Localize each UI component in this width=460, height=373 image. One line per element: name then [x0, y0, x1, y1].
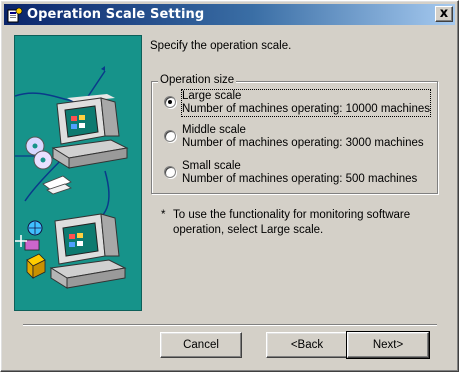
- back-button[interactable]: <Back: [266, 332, 348, 358]
- title-bar[interactable]: Operation Scale Setting x: [4, 4, 455, 25]
- option-small-scale-label[interactable]: Small scale Number of machines operating…: [182, 160, 417, 186]
- option-description: Number of machines operating: 10000 mach…: [182, 103, 431, 115]
- option-middle-scale-label[interactable]: Middle scale Number of machines operatin…: [182, 124, 424, 150]
- dialog-window: Operation Scale Setting x Specify the op…: [0, 0, 459, 372]
- close-icon: x: [439, 6, 449, 21]
- close-button[interactable]: x: [435, 6, 453, 22]
- option-large-scale[interactable]: Large scale Number of machines operating…: [164, 89, 432, 117]
- option-title: Middle scale: [182, 124, 246, 136]
- note-marker: *: [161, 209, 166, 221]
- option-small-scale[interactable]: Small scale Number of machines operating…: [164, 160, 417, 186]
- wizard-illustration: [14, 35, 142, 311]
- radio-large-scale[interactable]: [164, 96, 176, 108]
- option-middle-scale[interactable]: Middle scale Number of machines operatin…: [164, 124, 424, 150]
- cancel-button[interactable]: Cancel: [160, 332, 242, 358]
- operation-size-group: Operation size Large scale Number of mac…: [151, 74, 438, 194]
- next-button[interactable]: Next>: [346, 331, 430, 359]
- option-title: Large scale: [182, 90, 242, 102]
- instruction-text: Specify the operation scale.: [150, 40, 292, 52]
- button-divider: [23, 324, 437, 326]
- option-title: Small scale: [182, 160, 241, 172]
- note-body: To use the functionality for monitoring …: [173, 209, 411, 236]
- setup-icon: [7, 7, 23, 22]
- radio-small-scale[interactable]: [164, 166, 176, 178]
- computers-illustration: [14, 66, 129, 289]
- radio-middle-scale[interactable]: [164, 130, 176, 142]
- note-text: * To use the functionality for monitorin…: [161, 208, 431, 238]
- group-legend: Operation size: [158, 74, 237, 86]
- option-description: Number of machines operating: 500 machin…: [182, 173, 418, 185]
- option-description: Number of machines operating: 3000 machi…: [182, 137, 424, 149]
- window-title: Operation Scale Setting: [27, 7, 205, 22]
- option-large-scale-label[interactable]: Large scale Number of machines operating…: [180, 89, 432, 117]
